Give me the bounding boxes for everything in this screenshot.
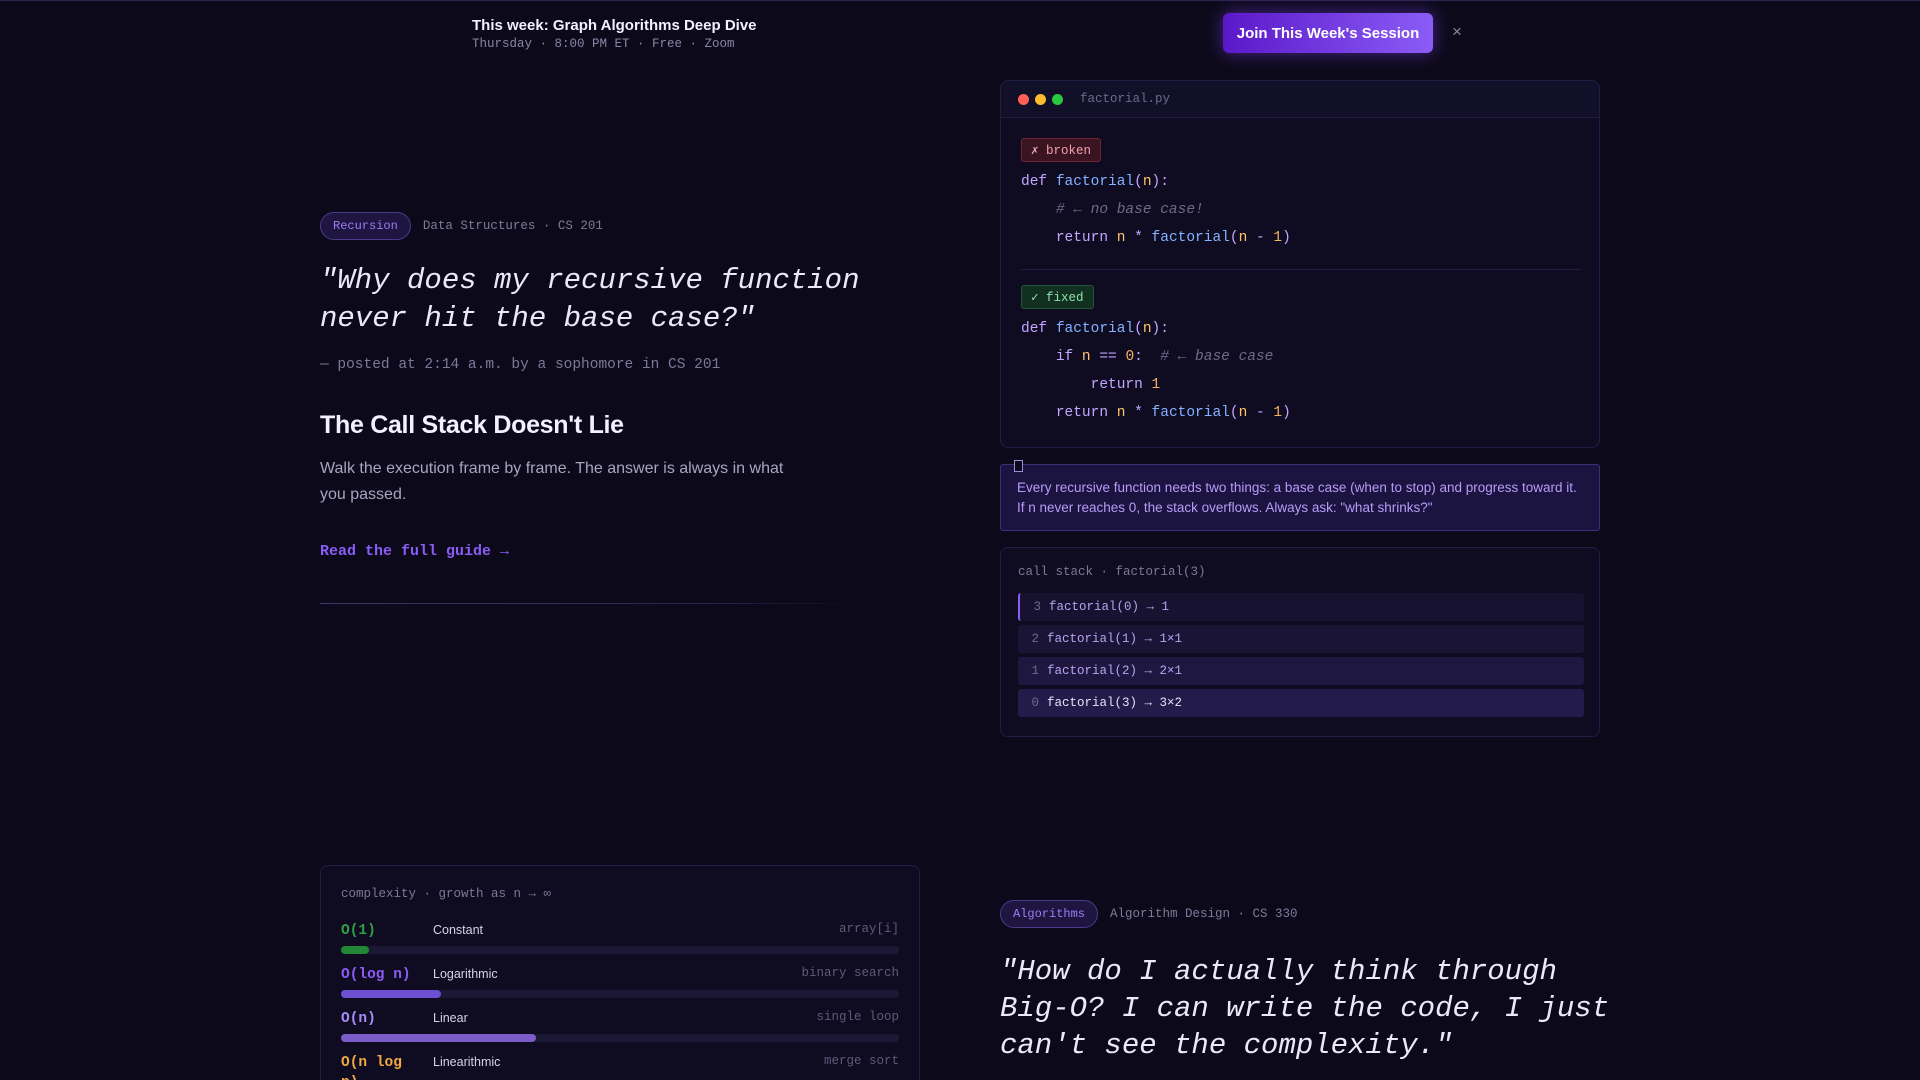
- broken-badge: ✗ broken: [1021, 138, 1102, 162]
- post-tag-row: Algorithms Algorithm Design · CS 330: [1000, 900, 1298, 928]
- code-filename: factorial.py: [1080, 92, 1171, 106]
- call-stack-title: call stack · factorial(3): [1018, 565, 1206, 579]
- complexity-name: Linearithmic: [433, 1055, 501, 1069]
- stack-frame: 2 factorial(1) → 1×1: [1018, 625, 1584, 653]
- read-guide-link[interactable]: Read the full guide →: [320, 543, 509, 560]
- complexity-bar-fill: [341, 946, 369, 954]
- code-card: factorial.py ✗ broken def factorial(n): …: [1000, 80, 1600, 448]
- question-line: "Why does my recursive function: [320, 264, 860, 297]
- article-heading: The Call Stack Doesn't Lie: [320, 411, 624, 439]
- complexity-example: merge sort: [823, 1054, 899, 1068]
- complexity-bar-track: [341, 946, 899, 954]
- complexity-bar-fill: [341, 1034, 537, 1042]
- complexity-name: Linear: [433, 1011, 468, 1025]
- complexity-card: complexity · growth as n → ∞ O(1) Constan…: [320, 865, 920, 1080]
- question-line: can't see the complexity.": [1000, 1029, 1453, 1062]
- fixed-badge: ✓ fixed: [1021, 285, 1094, 309]
- minimize-dot-icon: [1035, 93, 1046, 105]
- complexity-name: Logarithmic: [433, 967, 498, 981]
- recursion-tip: Every recursive function needs two thing…: [1000, 464, 1600, 531]
- complexity-bar-track: [341, 1034, 899, 1042]
- close-icon[interactable]: ×: [1452, 22, 1462, 42]
- stack-frame: 1 factorial(2) → 2×1: [1018, 657, 1584, 685]
- maximize-dot-icon: [1052, 93, 1063, 105]
- complexity-name: Constant: [433, 923, 484, 937]
- complexity-example: single loop: [816, 1010, 899, 1024]
- broken-code: def factorial(n): # ← no base case! retu…: [1021, 174, 1291, 246]
- article-lead: Walk the execution frame by frame. The a…: [320, 460, 784, 503]
- announcement-title: This week: Graph Algorithms Deep Dive: [472, 17, 757, 34]
- call-stack-card: call stack · factorial(3) 3 factorial(0)…: [1000, 547, 1600, 737]
- code-separator: [1021, 269, 1581, 270]
- question-line: "How do I actually think through: [1000, 955, 1557, 988]
- fixed-code: def factorial(n): if n == 0: # ← base ca…: [1021, 321, 1291, 421]
- student-question: "Why does my recursive function never hi…: [320, 262, 860, 337]
- complexity-example: binary search: [801, 966, 899, 980]
- announcement-meta: Thursday · 8:00 PM ET · Free · Zoom: [472, 37, 735, 51]
- announcement-banner: This week: Graph Algorithms Deep Dive Th…: [472, 17, 757, 51]
- tag-recursion[interactable]: Recursion: [320, 212, 411, 240]
- posted-attribution: — posted at 2:14 a.m. by a sophomore in …: [320, 357, 721, 373]
- question-line: never hit the base case?": [320, 301, 756, 335]
- student-question: "How do I actually think through Big-O? …: [1000, 953, 1609, 1064]
- course-meta: Algorithm Design · CS 330: [1110, 907, 1298, 921]
- post-tag-row: Recursion Data Structures · CS 201: [320, 212, 603, 240]
- stack-frame: 3 factorial(0) → 1: [1018, 593, 1584, 621]
- tag-algorithms[interactable]: Algorithms: [1000, 900, 1099, 928]
- complexity-notation: O(log n): [341, 967, 411, 983]
- complexity-bar-track: [341, 990, 899, 998]
- join-session-button[interactable]: Join This Week's Session: [1223, 13, 1433, 53]
- complexity-notation: O(1): [341, 923, 376, 939]
- complexity-bar-fill: [341, 990, 442, 998]
- question-line: Big-O? I can write the code, I just: [1000, 992, 1610, 1025]
- complexity-notation: O(n log n): [341, 1055, 402, 1080]
- course-meta: Data Structures · CS 201: [422, 219, 603, 233]
- close-dot-icon: [1018, 93, 1029, 105]
- complexity-example: array[i]: [838, 922, 899, 936]
- complexity-title: complexity · growth as n → ∞: [341, 887, 552, 901]
- bookmark-icon: [1014, 460, 1023, 472]
- complexity-notation: O(n): [341, 1011, 376, 1027]
- stack-frame: 0 factorial(3) → 3×2: [1018, 689, 1584, 717]
- top-border: [0, 0, 1920, 1]
- section-divider: [320, 603, 860, 604]
- code-card-header: factorial.py: [1001, 81, 1599, 118]
